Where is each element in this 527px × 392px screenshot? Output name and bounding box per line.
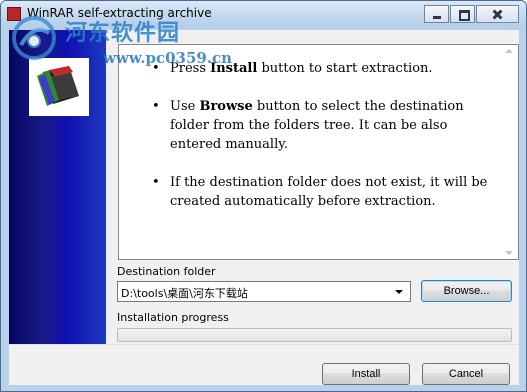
destination-folder-value[interactable]: D:\tools\桌面\河东下载站 bbox=[121, 285, 248, 301]
instruction-text: Use bbox=[170, 99, 200, 114]
caption-buttons bbox=[423, 5, 519, 23]
minimize-button[interactable] bbox=[424, 5, 449, 23]
maximize-button[interactable] bbox=[450, 5, 475, 23]
instruction-keyword: Install bbox=[210, 61, 258, 76]
sidebar-banner bbox=[9, 30, 106, 344]
instruction-item: Press Install button to start extraction… bbox=[119, 59, 499, 78]
dialog-body: Press Install button to start extraction… bbox=[9, 30, 519, 385]
scroll-down-arrow-icon[interactable] bbox=[505, 251, 513, 255]
winrar-icon bbox=[7, 7, 21, 21]
instruction-keyword: Browse bbox=[199, 99, 253, 114]
close-button[interactable] bbox=[476, 5, 519, 23]
browse-button[interactable]: Browse... bbox=[421, 280, 512, 302]
dropdown-arrow-icon[interactable] bbox=[392, 285, 407, 298]
scroll-up-arrow-icon[interactable] bbox=[505, 49, 513, 53]
install-button[interactable]: Install bbox=[322, 363, 410, 385]
title-bar[interactable]: WinRAR self-extracting archive bbox=[1, 1, 526, 29]
installation-progress-bar bbox=[117, 328, 512, 342]
destination-folder-label: Destination folder bbox=[117, 265, 216, 278]
window-title: WinRAR self-extracting archive bbox=[27, 6, 212, 20]
instruction-item: If the destination folder does not exist… bbox=[119, 173, 499, 211]
cancel-button[interactable]: Cancel bbox=[422, 363, 510, 385]
instruction-text: If the destination folder does not exist… bbox=[170, 175, 488, 209]
instruction-text: button to start extraction. bbox=[257, 61, 433, 76]
winrar-sfx-logo-icon bbox=[29, 58, 89, 116]
instruction-item: Use Browse button to select the destinat… bbox=[119, 97, 499, 154]
instructions-text: Press Install button to start extraction… bbox=[119, 59, 499, 230]
sfx-window: WinRAR self-extracting archive Press Ins… bbox=[0, 0, 527, 392]
installation-progress-label: Installation progress bbox=[117, 311, 229, 324]
destination-folder-combobox[interactable]: D:\tools\桌面\河东下载站 bbox=[117, 281, 411, 302]
vertical-scrollbar[interactable] bbox=[501, 45, 518, 259]
instructions-panel: Press Install button to start extraction… bbox=[118, 44, 519, 260]
instruction-text: Press bbox=[170, 61, 211, 76]
